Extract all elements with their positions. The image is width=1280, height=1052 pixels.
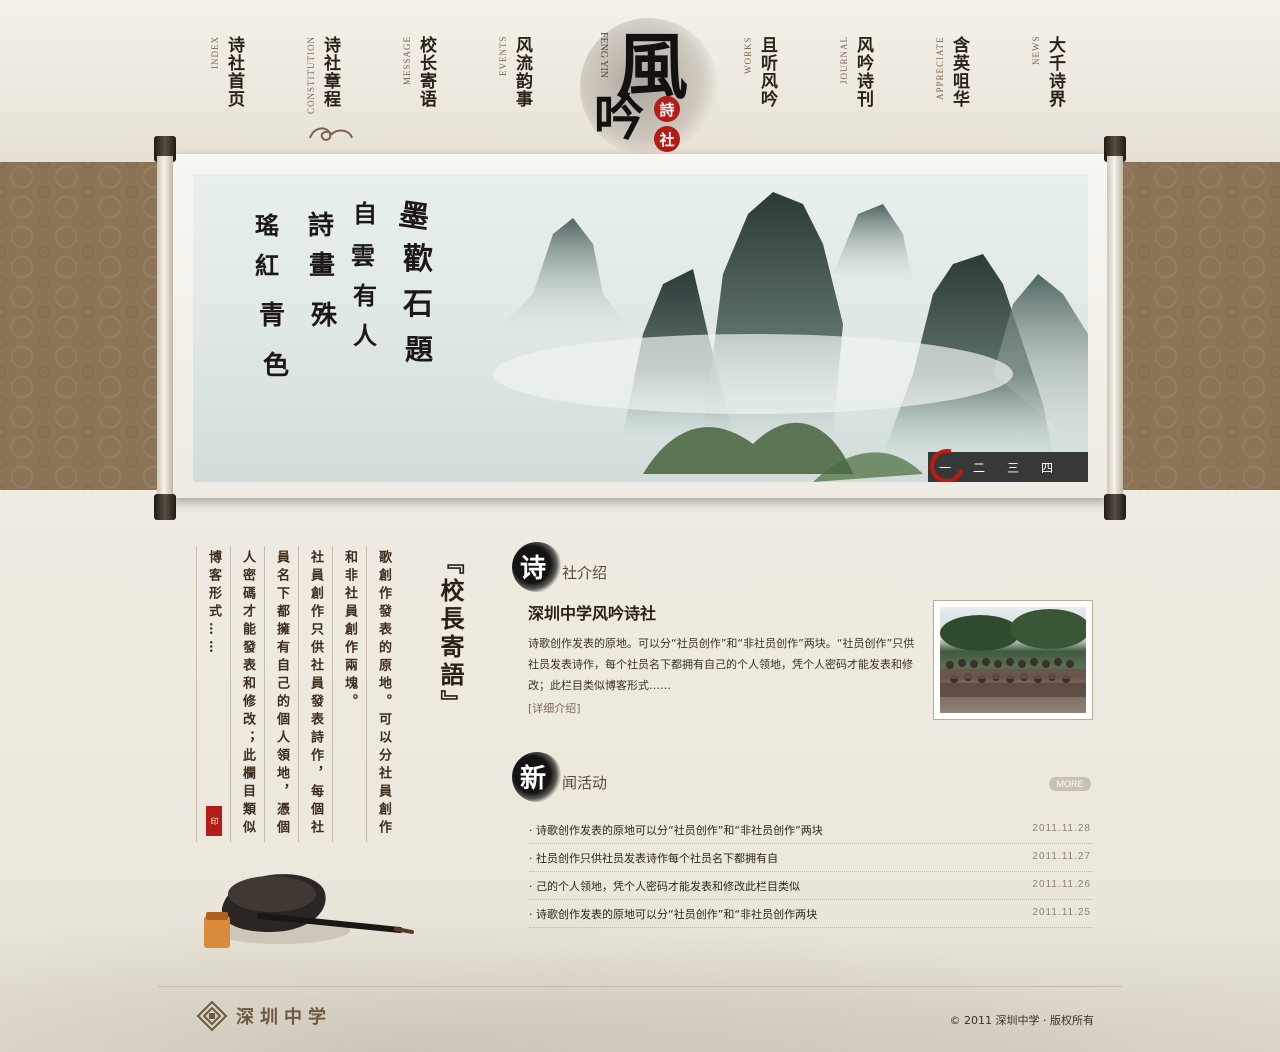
- footer-school-logo[interactable]: 深圳中学: [196, 998, 332, 1034]
- svg-text:瑤: 瑤: [255, 211, 279, 240]
- svg-text:墨: 墨: [397, 197, 432, 236]
- logo-english: FENG YIN: [598, 32, 609, 79]
- nav-constitution-label: 诗社章程: [320, 36, 340, 108]
- svg-text:歡: 歡: [403, 242, 433, 277]
- intro-title: 深圳中学风吟诗社: [528, 604, 657, 623]
- nav-index-en: INDEX: [210, 36, 220, 69]
- nav-index-label: 诗社首页: [224, 36, 244, 108]
- svg-text:色: 色: [263, 350, 289, 381]
- svg-text:自: 自: [353, 199, 377, 228]
- svg-text:殊: 殊: [311, 301, 338, 331]
- nav-appreciate-label: 含英咀华: [949, 36, 969, 108]
- news-item-title[interactable]: · 己的个人领地，凭个人密码才能发表和修改此栏目类似: [529, 878, 800, 894]
- school-emblem-icon: [196, 1000, 228, 1032]
- nav-journal-label: 风吟诗刊: [853, 36, 873, 108]
- news-heading-text: 闻活动: [562, 774, 608, 792]
- message-column-4: 員名下都擁有自己的個人領地，憑個: [264, 546, 298, 842]
- slide-dot-3[interactable]: 三: [996, 459, 1030, 476]
- principal-message: 歌創作發表的原地。可以分社員創作 和非社員創作兩塊。 社員創作只供社員發表詩作，…: [196, 546, 468, 842]
- message-column-3: 社員創作只供社員發表詩作，每個社: [298, 546, 332, 842]
- news-item-title[interactable]: · 诗歌创作发表的原地可以分“社员创作”和“非社员创作两块: [529, 906, 817, 922]
- news-item-date: 2011.11.26: [1032, 879, 1091, 890]
- nav-appreciate[interactable]: APPRECIATE 含英咀华: [935, 36, 995, 126]
- group-photo-image: [940, 607, 1086, 713]
- footer-school-name: 深圳中学: [236, 1007, 332, 1028]
- landscape-painting-image: 墨 歡 石 題 自 雲 有 人 詩 畫 殊 瑤 紅 青 色: [255, 192, 1088, 482]
- nav-message[interactable]: MESSAGE 校长寄语: [402, 36, 462, 126]
- logo-seal-she: 社: [654, 126, 680, 152]
- inkstone-brush-image: [204, 874, 414, 948]
- copyright-text: © 2011 深圳中学 · 版权所有: [949, 1014, 1094, 1027]
- intro-heading-text: 社介绍: [562, 564, 608, 582]
- message-column-6: 博客形式……: [196, 546, 230, 842]
- svg-text:人: 人: [353, 321, 377, 350]
- slide-dot-2[interactable]: 二: [962, 459, 996, 476]
- banner-slideshow[interactable]: 墨 歡 石 題 自 雲 有 人 詩 畫 殊 瑤 紅 青 色 一 二 三 四: [193, 174, 1088, 482]
- news-item-title[interactable]: · 社员创作只供社员发表诗作每个社员名下都拥有自: [529, 850, 778, 866]
- club-group-photo[interactable]: [933, 600, 1093, 720]
- svg-text:題: 題: [405, 333, 434, 366]
- nav-constitution[interactable]: CONSTITUTION 诗社章程: [306, 36, 366, 126]
- cloud-ornament-icon: [309, 127, 353, 141]
- svg-text:詩: 詩: [308, 211, 334, 241]
- nav-works[interactable]: WORKS 且听风吟: [743, 36, 803, 126]
- news-item-date: 2011.11.25: [1032, 907, 1091, 918]
- nav-message-en: MESSAGE: [402, 36, 412, 86]
- nav-appreciate-en: APPRECIATE: [935, 36, 945, 100]
- scroll-rod-right: [1104, 136, 1126, 520]
- slide-pager: 一 二 三 四: [928, 452, 1088, 482]
- nav-works-en: WORKS: [743, 36, 753, 74]
- slide-dot-4[interactable]: 四: [1030, 459, 1064, 476]
- nav-events-en: EVENTS: [498, 36, 508, 77]
- intro-heading-char: 诗: [520, 554, 547, 584]
- news-list: · 诗歌创作发表的原地可以分“社员创作”和“非社员创作”两块 2011.11.2…: [529, 816, 1093, 928]
- nav-news-en: NEWS: [1031, 36, 1041, 66]
- nav-constitution-en: CONSTITUTION: [306, 36, 316, 114]
- news-heading-char: 新: [520, 764, 547, 794]
- news-item: · 诗歌创作发表的原地可以分“社员创作”和“非社员创作两块 2011.11.25: [529, 900, 1093, 928]
- message-column-5: 人密碼才能發表和修改；此欄目類似: [230, 546, 264, 842]
- nav-index[interactable]: INDEX 诗社首页: [210, 36, 270, 126]
- svg-text:雲: 雲: [351, 241, 375, 270]
- svg-text:紅: 紅: [255, 251, 279, 280]
- logo-char-yin: 吟: [594, 88, 644, 147]
- message-column-1: 歌創作發表的原地。可以分社員創作: [366, 546, 400, 842]
- news-item: · 己的个人领地，凭个人密码才能发表和修改此栏目类似 2011.11.26: [529, 872, 1093, 900]
- nav-events[interactable]: EVENTS 风流韵事: [498, 36, 558, 126]
- scroll-rod-left: [154, 136, 176, 520]
- news-item-title[interactable]: · 诗歌创作发表的原地可以分“社员创作”和“非社员创作”两块: [529, 822, 823, 838]
- nav-events-label: 风流韵事: [512, 36, 532, 108]
- news-item: · 诗歌创作发表的原地可以分“社员创作”和“非社员创作”两块 2011.11.2…: [529, 816, 1093, 844]
- svg-text:有: 有: [353, 281, 377, 310]
- slide-dot-1[interactable]: 一: [928, 459, 962, 476]
- logo-seal-shi: 詩: [654, 96, 680, 122]
- nav-journal-en: JOURNAL: [839, 36, 849, 85]
- site-logo[interactable]: FENG YIN 風 吟 詩 社: [572, 4, 722, 156]
- nav-works-label: 且听风吟: [757, 36, 777, 108]
- intro-text: 诗歌创作发表的原地。可以分“社员创作”和“非社员创作”两块。“社员创作”只供社员…: [528, 637, 915, 692]
- news-item: · 社员创作只供社员发表诗作每个社员名下都拥有自 2011.11.27: [529, 844, 1093, 872]
- svg-text:畫: 畫: [309, 251, 335, 281]
- footer-divider: [158, 986, 1122, 987]
- nav-journal[interactable]: JOURNAL 风吟诗刊: [839, 36, 899, 126]
- nav-news-label: 大千诗界: [1045, 36, 1065, 108]
- nav-message-label: 校长寄语: [416, 36, 436, 108]
- message-column-2: 和非社員創作兩塊。: [332, 546, 366, 842]
- signature-seal-icon: 印: [206, 806, 222, 836]
- news-more-button[interactable]: MORE: [1049, 777, 1091, 791]
- nav-news[interactable]: NEWS 大千诗界: [1031, 36, 1091, 126]
- news-item-date: 2011.11.27: [1032, 851, 1091, 862]
- svg-text:石: 石: [402, 287, 433, 322]
- intro-section-heading: 诗 社介绍: [512, 542, 642, 592]
- intro-detail-link[interactable]: [详细介绍]: [528, 700, 581, 716]
- svg-text:青: 青: [259, 301, 285, 331]
- news-section-heading: 新 闻活动: [512, 752, 642, 802]
- news-item-date: 2011.11.28: [1032, 823, 1091, 834]
